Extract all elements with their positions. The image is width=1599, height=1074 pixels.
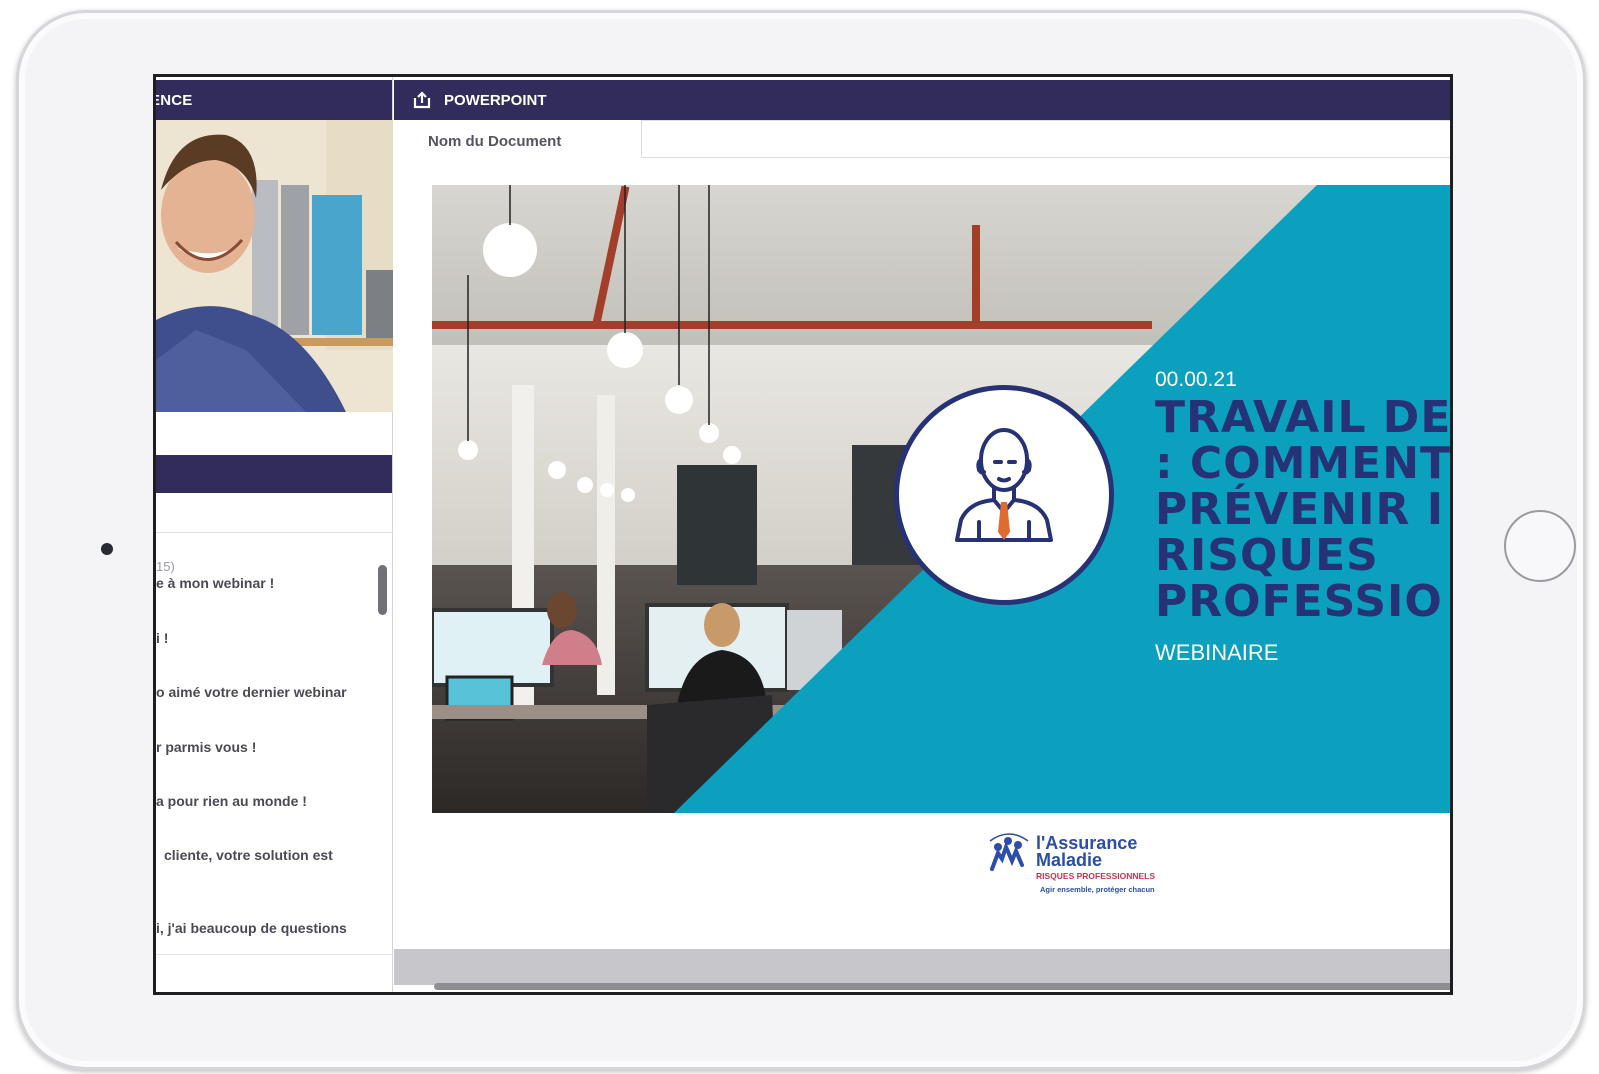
chat-message: i ! (156, 630, 169, 646)
chat-message: e à mon webinar ! (156, 575, 275, 591)
webcam-video (156, 120, 393, 412)
slide-date: 00.00.21 (1155, 368, 1237, 391)
left-panel: ENCE 15) e à mon webinar ! i ! o aimé vo… (156, 77, 393, 992)
logo-tagline: Agir ensemble, protéger chacun (1040, 885, 1155, 894)
conference-header-label: ENCE (153, 91, 193, 109)
slide-title: TRAVAIL DE : COMMENT PRÉVENIR I RISQUES … (1155, 392, 1452, 627)
logo-figures-icon (989, 833, 1029, 871)
conference-header: ENCE (156, 80, 392, 120)
avatar (894, 385, 1114, 605)
businessman-icon (955, 428, 1053, 542)
home-button[interactable] (1504, 510, 1576, 582)
chat-message: r parmis vous ! (156, 739, 257, 755)
chat-message: o aimé votre dernier webinar (156, 684, 347, 700)
chat-meta: 15) (156, 559, 175, 574)
presenter-video-frame (156, 120, 393, 412)
powerpoint-panel: POWERPOINT Nom du Document 00.00.21 TRAV… (394, 77, 1452, 992)
assurance-maladie-logo: l'Assurance Maladie RISQUES PROFESSIONNE… (984, 827, 1184, 902)
document-name-label: Nom du Document (428, 133, 562, 150)
document-name-row: Nom du Document (394, 120, 1450, 158)
chat-scrollbar[interactable] (378, 565, 387, 615)
chat-header (156, 455, 392, 493)
powerpoint-header-label: POWERPOINT (444, 91, 547, 109)
slide-subtitle: WEBINAIRE (1155, 640, 1279, 665)
chat-message: i, j'ai beaucoup de questions (156, 920, 347, 936)
tablet-camera (101, 543, 113, 555)
horizontal-scroll-thumb[interactable] (434, 983, 1450, 990)
powerpoint-header: POWERPOINT (394, 80, 1450, 120)
upload-icon[interactable] (412, 90, 432, 110)
chat-message: a pour rien au monde ! (156, 793, 307, 809)
logo-name: l'Assurance Maladie (1036, 833, 1138, 870)
app-screen: ENCE 15) e à mon webinar ! i ! o aimé vo… (153, 74, 1453, 995)
horizontal-scroll-track[interactable] (394, 949, 1450, 985)
logo-subtitle: RISQUES PROFESSIONNELS (1036, 871, 1156, 881)
chat-message: cliente, votre solution est (164, 847, 333, 863)
chat-list: 15) e à mon webinar ! i ! o aimé votre d… (156, 532, 393, 952)
chat-divider (156, 954, 393, 955)
document-name-input[interactable] (641, 120, 1450, 158)
presentation-slide: 00.00.21 TRAVAIL DE : COMMENT PRÉVENIR I… (432, 185, 1452, 813)
